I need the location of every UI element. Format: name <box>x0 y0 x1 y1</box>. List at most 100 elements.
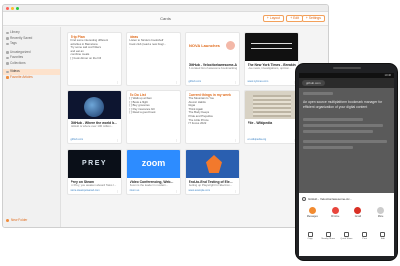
folder-icon <box>6 42 9 45</box>
share-action[interactable]: Print <box>358 232 372 241</box>
card-thumbnail <box>186 150 239 178</box>
note-card[interactable]: To Do List[ ] Walk up at 6am[ ] Book a f… <box>126 90 181 144</box>
folder-icon <box>6 37 9 40</box>
card-description: Setting up Playwright for Electron... <box>188 184 233 187</box>
nyt-logo-icon <box>251 43 292 49</box>
note-card[interactable]: Trip Plan Find some interesting different… <box>67 32 122 86</box>
maximize-window-icon[interactable] <box>16 7 19 10</box>
sidebar-item[interactable]: Tags <box>3 41 60 47</box>
card-description: GitHub is where over 100 million... <box>70 125 114 128</box>
share-sheet: GitHub - Velocitor/awesome-Ac... Message… <box>299 194 394 256</box>
folder-icon <box>6 56 9 59</box>
card-domain-link[interactable]: github.com <box>71 138 84 141</box>
new-folder-button[interactable]: New Folder <box>6 218 27 222</box>
toolbar: Cards + Layout + Edit + Settings <box>3 12 328 26</box>
card-menu-icon[interactable]: ⋮ <box>116 138 119 142</box>
page-line <box>303 118 363 121</box>
link-card[interactable]: GitHub - Where the world b... GitHub is w… <box>67 90 122 144</box>
link-card[interactable]: zoom Video Conferencing, Web... Zoom is th… <box>126 149 181 195</box>
settings-button[interactable]: + Settings <box>301 15 325 22</box>
link-card[interactable]: NOVA Launches GitHub - Velocitor/awesome-… <box>185 32 240 86</box>
nova-logo-icon <box>226 41 235 50</box>
share-action[interactable]: Quick Share <box>339 232 353 241</box>
share-action-label: Edit <box>380 238 385 240</box>
card-menu-icon[interactable]: ⋮ <box>175 138 178 142</box>
sidebar-item-label: Favorite Articles <box>10 74 33 79</box>
card-description: A curated list of awesome bookmarking to… <box>188 67 237 70</box>
share-target[interactable]: More <box>373 207 388 218</box>
card-menu-icon[interactable]: ⋮ <box>175 189 178 193</box>
link-icon <box>302 197 306 201</box>
card-domain-link[interactable]: www.nytimes.com <box>248 80 269 83</box>
card-body: Trip Plan Find some interesting different… <box>68 33 121 63</box>
card-domain-link[interactable]: store.steampowered.com <box>71 189 100 192</box>
card-body: Video Conferencing, Web... Zoom is the le… <box>127 178 180 190</box>
minimize-window-icon[interactable] <box>11 7 14 10</box>
card-domain-link[interactable]: github.com <box>189 80 202 83</box>
share-header: GitHub - Velocitor/awesome-Ac... <box>302 197 391 201</box>
address-bar[interactable]: github.com <box>299 78 394 88</box>
card-menu-icon[interactable]: ⋮ <box>116 80 119 84</box>
share-action[interactable]: Copy <box>303 232 317 241</box>
page-line <box>303 130 373 133</box>
note-card[interactable]: Ideas Listen to Nicole's bookshelf book cl… <box>126 32 181 86</box>
link-card[interactable]: File - Wikipediaen.wikipedia.org⋮ <box>244 90 299 144</box>
card-menu-icon[interactable]: ⋮ <box>234 189 237 193</box>
card-body: Current things in my week The Mountain Is… <box>186 91 239 128</box>
share-action[interactable]: Nearby Share <box>321 232 335 241</box>
card-thumbnail <box>68 91 121 119</box>
card-thumbnail: zoom <box>127 150 180 178</box>
edit-button[interactable]: + Edit <box>286 15 303 22</box>
fox-logo-icon <box>206 155 222 173</box>
cards-grid: Trip Plan Find some interesting different… <box>62 27 328 227</box>
url-text[interactable]: github.com <box>302 80 325 86</box>
page-heading: An open source multiplatform bookmark ma… <box>303 100 383 109</box>
action-icon <box>343 232 349 237</box>
card-menu-icon[interactable]: ⋮ <box>234 80 237 84</box>
card-body: GitHub - Velocitor/awesome-Ac... A curate… <box>186 61 239 73</box>
close-window-icon[interactable] <box>6 7 9 10</box>
layout-button[interactable]: + Layout <box>262 15 284 22</box>
sidebar-item[interactable]: Collections <box>3 61 60 67</box>
page-line <box>303 146 353 149</box>
link-card[interactable]: The New York Times - Breakin... Live news… <box>244 32 299 86</box>
card-domain-link[interactable]: www.example.com <box>189 189 211 192</box>
card-domain-link[interactable]: zoom.us <box>130 189 140 192</box>
card-domain-link[interactable]: en.wikipedia.org <box>248 138 267 141</box>
folder-icon <box>6 70 9 73</box>
card-thumbnail <box>245 91 298 119</box>
sidebar-item[interactable]: Favorite Articles <box>3 75 60 81</box>
card-menu-icon[interactable]: ⋮ <box>116 189 119 193</box>
note-card[interactable]: Current things in my week The Mountain Is… <box>185 90 240 144</box>
card-description: Live news, investigations, opinion... <box>247 67 292 70</box>
link-card[interactable]: PREY Prey on Steam In Prey, you awaken abo… <box>67 149 122 195</box>
folder-icon <box>6 31 9 34</box>
card-body: Prey on Steam In Prey, you awaken aboard … <box>68 178 121 190</box>
card-menu-icon[interactable]: ⋮ <box>175 80 178 84</box>
folder-icon <box>6 76 9 79</box>
share-app-label: Messages <box>306 215 318 218</box>
page-line <box>303 92 333 95</box>
note-line: [ ] book dinner on the hill <box>70 55 101 60</box>
card-body: Ideas Listen to Nicole's bookshelf book cl… <box>127 33 180 52</box>
app-window: Cards + Layout + Edit + Settings Library… <box>2 4 329 228</box>
share-target[interactable]: Gmail <box>350 207 365 218</box>
card-title: File - Wikipedia <box>247 121 273 125</box>
web-page: An open source multiplatform bookmark ma… <box>299 88 394 193</box>
share-action-label: Quick Share <box>340 238 353 240</box>
sidebar-item-label: Collections <box>10 60 26 65</box>
card-thumbnail: PREY <box>68 150 121 178</box>
sidebar-item-label: Library <box>10 30 20 34</box>
action-icon <box>362 232 368 237</box>
sidebar-item-label: Recently Saved <box>10 35 33 40</box>
share-target[interactable]: Messages <box>305 207 320 218</box>
paper-stack-icon <box>253 95 291 117</box>
earth-icon <box>84 97 104 117</box>
sidebar-item-label: Videos <box>10 69 20 73</box>
zoom-logo-text: zoom <box>141 158 166 168</box>
share-target[interactable]: Chrome <box>328 207 343 218</box>
link-card[interactable]: End-to-End Testing of Ele... Setting up P… <box>185 149 240 195</box>
card-body: End-to-End Testing of Ele... Setting up P… <box>186 178 239 190</box>
card-menu-icon[interactable]: ⋮ <box>234 138 237 142</box>
share-action[interactable]: Edit <box>376 232 390 241</box>
